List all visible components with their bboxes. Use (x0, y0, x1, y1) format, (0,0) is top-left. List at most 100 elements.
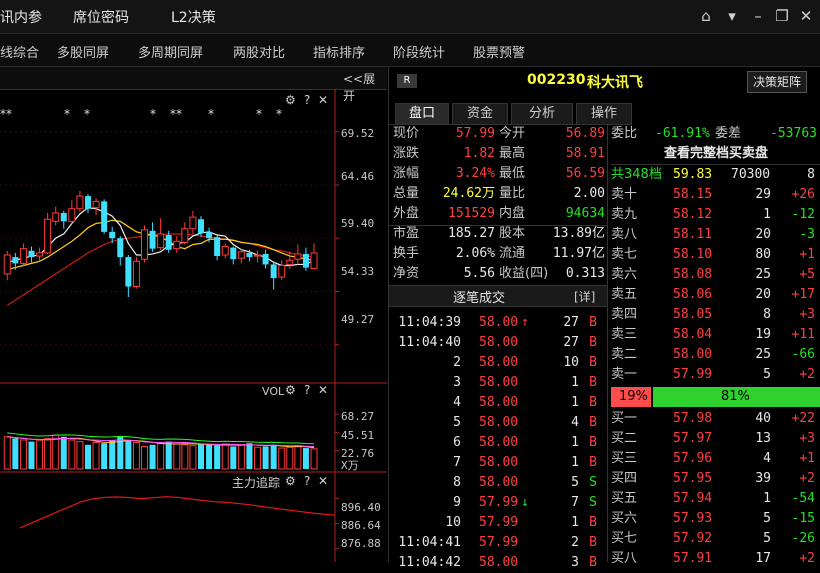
quote-label: 外盘 (393, 206, 420, 221)
level-change: -54 (791, 491, 815, 506)
menu-l2-decision[interactable]: L2决策 (171, 7, 216, 27)
ticks-detail-button[interactable]: [详] (574, 288, 595, 305)
menu-seat-code[interactable]: 席位密码 (73, 7, 129, 27)
candle-body (140, 229, 148, 260)
bid-row[interactable]: 买六 57.93 5 -15 (611, 509, 820, 529)
close-icon[interactable]: ✕ (318, 93, 328, 107)
level-price: 58.15 (673, 187, 713, 202)
tab-handicap[interactable]: 盘口 (395, 103, 449, 125)
nav-multi-stock[interactable]: 多股同屏 (57, 42, 109, 61)
main-force-tick: 896.40 (341, 501, 381, 514)
restore-icon[interactable]: ❐ (772, 6, 792, 26)
bid-row[interactable]: 买三 57.96 4 +1 (611, 449, 820, 469)
candle-body (165, 235, 172, 250)
bid-row[interactable]: 买二 57.97 13 +3 (611, 429, 820, 449)
home-icon[interactable]: ⌂ (696, 6, 716, 26)
down-arrow-icon: ↓ (521, 495, 529, 510)
candle-body (109, 231, 116, 239)
ask-row[interactable]: 卖四 58.05 8 +3 (611, 305, 820, 325)
level-label: 买七 (611, 531, 638, 546)
quote-label: 最低 (499, 166, 526, 181)
ask-row[interactable]: 卖二 58.00 25 -66 (611, 345, 820, 365)
gear-icon[interactable]: ⚙ (285, 383, 296, 397)
level-price: 58.10 (673, 247, 713, 262)
stock-code: 002230 (527, 72, 586, 88)
help-icon[interactable]: ? (304, 93, 310, 107)
level-volume: 25 (755, 347, 771, 362)
tick-volume: 10 (563, 355, 579, 370)
tick-price: 57.99 (479, 535, 519, 550)
level-change: +3 (799, 307, 815, 322)
quote-label: 今开 (499, 126, 526, 141)
main-force-title: 主力追踪 (232, 476, 281, 490)
nav-multi-period[interactable]: 多周期同屏 (138, 42, 203, 61)
weicha-label: 委差 (715, 126, 742, 141)
tick-price: 58.00 (479, 435, 519, 450)
candle-body (198, 219, 204, 233)
close-icon[interactable]: ✕ (318, 383, 328, 397)
tick-row: 11:04:39 58.00 ↑ 27 B (389, 313, 607, 333)
total-price: 59.83 (673, 167, 713, 182)
tab-funds[interactable]: 资金 (452, 103, 508, 125)
volume-bar (36, 440, 44, 470)
total-label: 共348档 (611, 167, 662, 182)
ask-row[interactable]: 卖十 58.15 29 +26 (611, 185, 820, 205)
volume-bar (262, 446, 269, 469)
tick-side: B (589, 555, 597, 570)
level-volume: 17 (755, 551, 771, 566)
tick-time: 11:04:40 (398, 335, 461, 350)
weicha-value: -53763 (770, 126, 817, 141)
level-label: 卖二 (611, 347, 638, 362)
dropdown-icon[interactable]: ▾ (722, 6, 742, 26)
ask-row[interactable]: 卖八 58.11 20 -3 (611, 225, 820, 245)
ask-row[interactable]: 卖五 58.06 20 +17 (611, 285, 820, 305)
close-icon[interactable]: ✕ (796, 6, 816, 26)
tab-analysis[interactable]: 分析 (511, 103, 573, 125)
ask-row[interactable]: 卖一 57.99 5 +2 (611, 365, 820, 385)
total-row: 共348档 59.83 70300 8 (611, 165, 820, 185)
candle-body (262, 253, 269, 265)
gear-icon[interactable]: ⚙ (285, 474, 296, 488)
minimize-icon[interactable]: – (748, 6, 768, 26)
nav-period-stats[interactable]: 阶段统计 (393, 42, 445, 61)
level-price: 57.94 (673, 491, 713, 506)
total-count: 8 (807, 167, 815, 182)
bid-row[interactable]: 买八 57.91 17 +2 (611, 549, 820, 569)
ask-row[interactable]: 卖六 58.08 25 +5 (611, 265, 820, 285)
level-volume: 13 (755, 431, 771, 446)
volume-bar (84, 444, 91, 469)
level-volume: 8 (763, 307, 771, 322)
nav-compare[interactable]: 两股对比 (233, 42, 285, 61)
level-volume: 19 (755, 327, 771, 342)
decision-matrix-button[interactable]: 决策矩阵 (747, 71, 808, 93)
bid-row[interactable]: 买一 57.98 40 +22 (611, 409, 820, 429)
candle-body (92, 200, 100, 209)
volume-bar (3, 436, 11, 470)
ask-row[interactable]: 卖九 58.12 1 -12 (611, 205, 820, 225)
quote-value: 13.89亿 (552, 226, 605, 241)
close-icon[interactable]: ✕ (318, 474, 328, 488)
tick-side: B (589, 455, 597, 470)
nav-indicator-sort[interactable]: 指标排序 (313, 42, 365, 61)
nav-composite[interactable]: 线综合 (0, 42, 39, 61)
nav-alerts[interactable]: 股票预警 (473, 42, 525, 61)
tick-price: 58.00 (479, 555, 519, 570)
vol-tick: 45.51 (341, 429, 375, 442)
bid-row[interactable]: 买五 57.94 1 -54 (611, 489, 820, 509)
full-book-link[interactable]: 查看完整档买卖盘 (611, 144, 820, 165)
chart-pane: <<展开 ⚙ ? ✕ 69.52 64.46 59.40 54.33 49.27… (0, 67, 387, 562)
gear-icon[interactable]: ⚙ (285, 93, 296, 107)
candle-body (132, 260, 140, 288)
ask-row[interactable]: 卖七 58.10 80 +1 (611, 245, 820, 265)
tab-operation[interactable]: 操作 (576, 103, 632, 125)
help-icon[interactable]: ? (304, 383, 310, 397)
tick-time: 11:04:42 (398, 555, 461, 570)
bid-row[interactable]: 买四 57.95 39 +2 (611, 469, 820, 489)
tick-side: S (589, 475, 597, 490)
ask-row[interactable]: 卖三 58.04 19 +11 (611, 325, 820, 345)
bid-row[interactable]: 买七 57.92 5 -26 (611, 529, 820, 549)
quote-value: 3.24% (455, 166, 495, 181)
menu-news[interactable]: 讯内参 (0, 7, 42, 27)
help-icon[interactable]: ? (304, 474, 310, 488)
kline-chart[interactable] (0, 89, 387, 562)
